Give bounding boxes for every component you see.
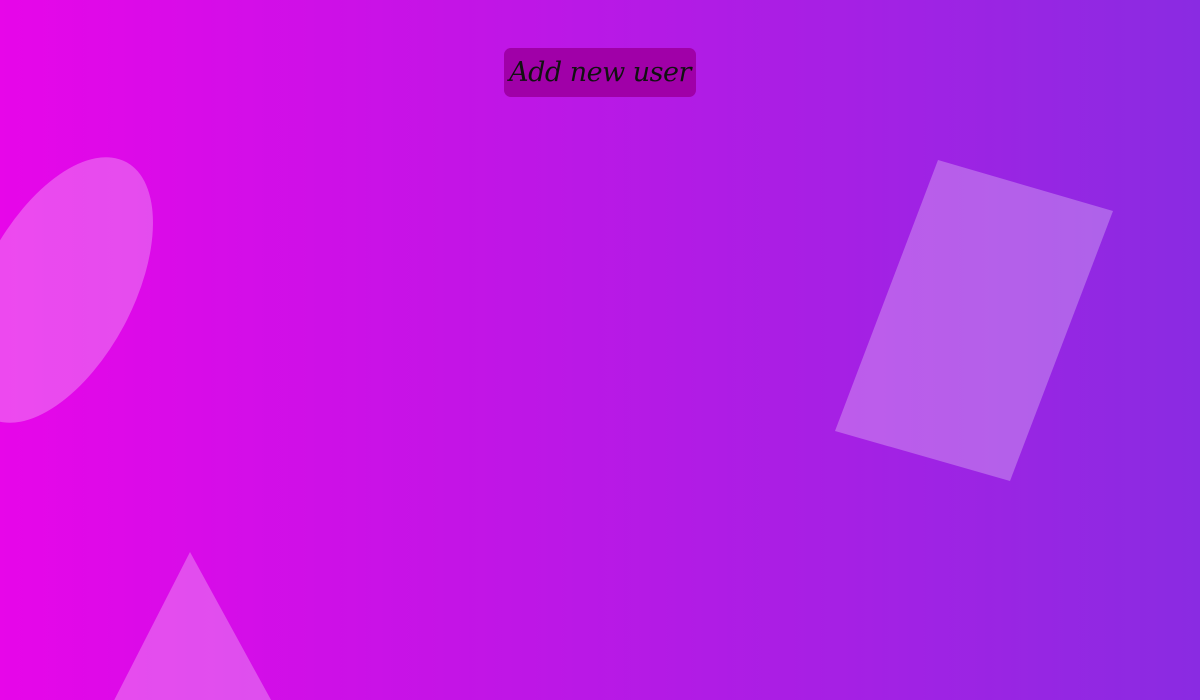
background-canvas [0,0,1200,700]
page-background [0,0,1200,700]
add-new-user-button[interactable]: Add new user [504,48,696,97]
